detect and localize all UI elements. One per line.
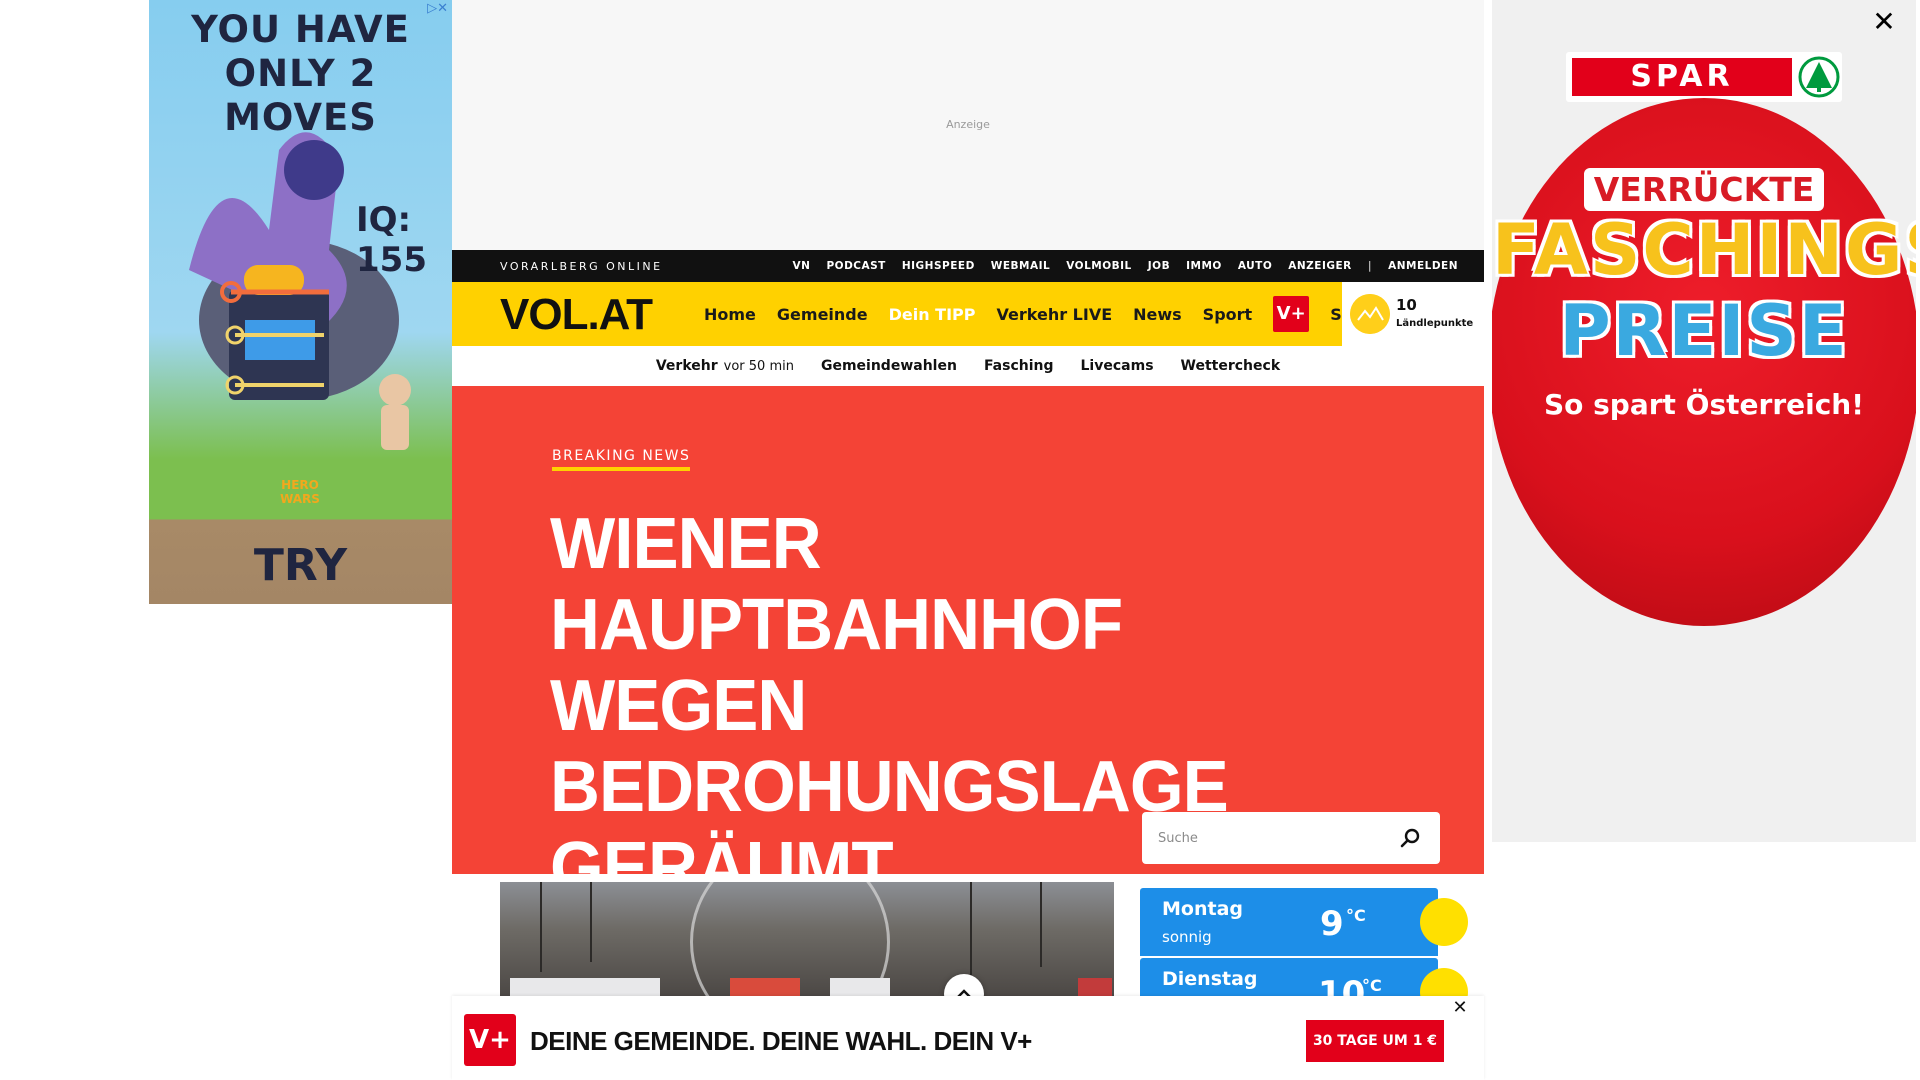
toplink-auto[interactable]: AUTO <box>1238 260 1272 272</box>
points-label: Ländlepunkte <box>1396 318 1474 329</box>
laendlepunkte-widget[interactable]: 10 Ländlepunkte <box>1342 282 1484 346</box>
subscribe-button[interactable]: 30 TAGE UM 1 € <box>1306 1020 1444 1062</box>
ad-line-preise: PREISE <box>1559 290 1849 372</box>
toplink-anzeiger[interactable]: ANZEIGER <box>1288 260 1351 272</box>
photo-tree <box>1040 882 1042 967</box>
main-navbar: VOL.AT Home Gemeinde Dein TIPP Verkehr L… <box>452 282 1484 346</box>
sub-nav: Verkehr vor 50 min Gemeindewahlen Faschin… <box>452 346 1484 386</box>
weather-unit: °C <box>1362 976 1382 995</box>
subnav-verkehr-time: vor 50 min <box>723 359 794 374</box>
top-bar: VORARLBERG ONLINE VN PODCAST HIGHSPEED W… <box>452 250 1484 282</box>
nav-news[interactable]: News <box>1133 305 1182 324</box>
photo-vehicle <box>1078 978 1112 998</box>
headline-line2: WEGEN BEDROHUNGSLAGE <box>550 666 1229 827</box>
nav-home[interactable]: Home <box>704 305 756 324</box>
nav-verkehr-live[interactable]: Verkehr LIVE <box>997 305 1113 324</box>
points-value: 10 <box>1396 296 1417 314</box>
search-box <box>1142 812 1440 864</box>
ad-illustration <box>189 132 411 450</box>
banner-text: DEINE GEMEINDE. DEINE WAHL. DEIN V+ <box>530 1026 1032 1056</box>
photo-tree <box>970 882 972 977</box>
toplink-webmail[interactable]: WEBMAIL <box>991 260 1050 272</box>
breaking-kicker: BREAKING NEWS <box>552 448 691 471</box>
photo-tree <box>590 882 592 962</box>
ad-label: Anzeige <box>946 118 990 131</box>
search-icon[interactable] <box>1398 826 1422 850</box>
subnav-verkehr[interactable]: Verkehr vor 50 min <box>656 358 794 374</box>
herowars-logo: HERO WARS <box>280 478 320 506</box>
ad-right-spar[interactable]: SPAR VERRÜCKTE FASCHINGS PREISE So spart… <box>1492 0 1916 842</box>
main-menu: Home Gemeinde Dein TIPP Verkehr LIVE New… <box>704 282 1397 346</box>
ad-line-verrueckte: VERRÜCKTE <box>1492 168 1916 211</box>
nav-sport[interactable]: Sport <box>1203 305 1253 324</box>
spar-wordmark: SPAR <box>1572 58 1792 96</box>
weather-row[interactable]: Montag sonnig 9 °C <box>1140 888 1468 956</box>
vplus-sticky-banner[interactable]: V+ DEINE GEMEINDE. DEINE WAHL. DEIN V+ 3… <box>452 996 1484 1080</box>
photo-vehicle <box>730 978 800 998</box>
toplink-vn[interactable]: VN <box>793 260 811 272</box>
ad-headline-line1: YOU HAVE <box>191 8 410 51</box>
login-link[interactable]: ANMELDEN <box>1388 260 1458 272</box>
toplink-job[interactable]: JOB <box>1148 260 1170 272</box>
article-photo[interactable] <box>500 882 1114 998</box>
nav-vplus-button[interactable]: V+ <box>1273 296 1310 332</box>
nav-dein-tipp[interactable]: Dein TIPP <box>889 305 976 324</box>
ad-line-faschings: FASCHINGS <box>1492 209 1916 291</box>
toplink-volmobil[interactable]: VOLMOBIL <box>1066 260 1132 272</box>
subnav-fasching[interactable]: Fasching <box>984 358 1054 374</box>
subnav-livecams[interactable]: Livecams <box>1081 358 1154 374</box>
close-icon[interactable]: ✕ <box>1870 8 1898 36</box>
toplink-immo[interactable]: IMMO <box>1186 260 1222 272</box>
close-icon[interactable]: ✕ <box>1450 998 1470 1018</box>
ad-line-verrueckte-text: VERRÜCKTE <box>1583 168 1825 211</box>
ad-try-button[interactable]: TRY <box>149 540 452 591</box>
mountain-sun-icon <box>1350 294 1390 334</box>
weather-day: Dienstag <box>1162 968 1258 990</box>
nav-gemeinde[interactable]: Gemeinde <box>777 305 868 324</box>
ad-top-slot: Anzeige <box>452 0 1484 250</box>
toplink-highspeed[interactable]: HIGHSPEED <box>902 260 975 272</box>
weather-unit: °C <box>1346 906 1366 925</box>
weather-temp: 9 <box>1320 904 1344 944</box>
ad-left-herowars[interactable]: ▷✕ YOU HAVE ONLY 2 MOVES IQ: 155 HERO WA… <box>149 0 452 604</box>
subnav-verkehr-label: Verkehr <box>655 358 718 374</box>
site-logo[interactable]: VOL.AT <box>500 290 653 340</box>
sun-icon <box>1420 898 1468 946</box>
weather-day: Montag <box>1162 898 1243 920</box>
toplink-separator: | <box>1367 260 1373 272</box>
ad-line-spart: So spart Österreich! <box>1543 388 1865 421</box>
spar-logo: SPAR <box>1566 52 1842 102</box>
weather-condition: sonnig <box>1162 928 1212 946</box>
subnav-gemeindewahlen[interactable]: Gemeindewahlen <box>821 358 957 374</box>
photo-vehicle <box>830 978 890 998</box>
photo-vehicle <box>510 978 660 998</box>
subnav-wettercheck[interactable]: Wettercheck <box>1181 358 1281 374</box>
toplink-podcast[interactable]: PODCAST <box>826 260 885 272</box>
page: ▷✕ YOU HAVE ONLY 2 MOVES IQ: 155 HERO WA… <box>0 0 1920 1080</box>
brand-line: VORARLBERG ONLINE <box>500 260 663 273</box>
search-input[interactable] <box>1158 826 1388 850</box>
ad-iq-label: IQ: 155 <box>356 200 427 280</box>
photo-tree <box>540 882 542 972</box>
breaking-news-block[interactable]: BREAKING NEWS WIENER HAUPTBAHNHOF WEGEN … <box>452 386 1484 908</box>
spar-tree-icon <box>1798 56 1840 98</box>
headline-line1: WIENER HAUPTBAHNHOF <box>550 504 1123 665</box>
vplus-logo: V+ <box>464 1014 516 1066</box>
top-links: VN PODCAST HIGHSPEED WEBMAIL VOLMOBIL JO… <box>793 260 1458 272</box>
